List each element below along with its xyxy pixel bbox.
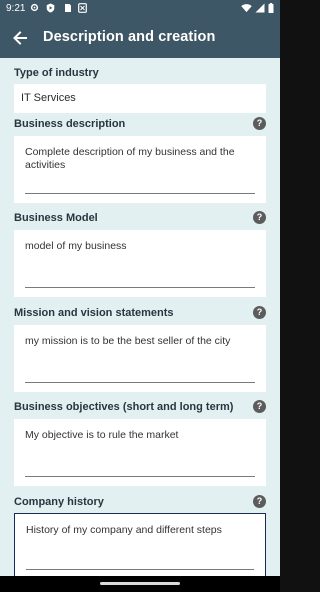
arrow-left-icon[interactable]: [10, 28, 30, 48]
type-of-industry-label: Type of industry: [14, 67, 99, 79]
company-history-label: Company history: [14, 496, 104, 508]
company-history-input[interactable]: History of my company and different step…: [14, 513, 266, 576]
mission-vision-label: Mission and vision statements: [14, 307, 174, 319]
business-model-input[interactable]: model of my business: [14, 230, 266, 297]
navigation-bar: [0, 576, 280, 592]
help-icon[interactable]: ?: [253, 400, 266, 413]
play-protect-icon: [46, 3, 55, 13]
form-content[interactable]: Type of industry IT Services Business de…: [0, 58, 280, 576]
input-underline: [25, 287, 255, 288]
status-bar: 9:21: [0, 0, 280, 18]
wifi-icon: [241, 3, 252, 16]
business-objectives-label: Business objectives (short and long term…: [14, 401, 234, 413]
business-model-text: model of my business: [25, 240, 127, 252]
company-history-text: History of my company and different step…: [26, 524, 222, 536]
type-of-industry-field[interactable]: IT Services: [14, 84, 266, 113]
page-title: Description and creation: [43, 29, 216, 45]
help-icon[interactable]: ?: [253, 306, 266, 319]
notification-icon: [63, 3, 72, 13]
app-bar: Description and creation: [0, 18, 280, 58]
signal-icon: [255, 3, 265, 16]
input-underline: [25, 382, 255, 383]
mission-vision-input[interactable]: my mission is to be the best seller of t…: [14, 325, 266, 392]
business-description-text: Complete description of my business and …: [25, 146, 235, 171]
help-icon[interactable]: ?: [253, 495, 266, 508]
help-icon[interactable]: ?: [253, 117, 266, 130]
gear-icon: [30, 3, 39, 13]
business-objectives-text: My objective is to rule the market: [25, 429, 179, 441]
status-time: 9:21: [6, 3, 26, 14]
business-description-input[interactable]: Complete description of my business and …: [14, 136, 266, 203]
input-underline: [25, 193, 255, 194]
business-description-label: Business description: [14, 118, 126, 130]
business-model-label: Business Model: [14, 212, 98, 224]
battery-icon: [268, 3, 274, 16]
business-objectives-input[interactable]: My objective is to rule the market: [14, 419, 266, 486]
help-icon[interactable]: ?: [253, 211, 266, 224]
input-underline: [26, 569, 254, 570]
input-underline: [25, 476, 255, 477]
home-gesture-handle[interactable]: [100, 582, 180, 585]
screenshot-icon: [78, 3, 87, 13]
mission-vision-text: my mission is to be the best seller of t…: [25, 335, 231, 347]
